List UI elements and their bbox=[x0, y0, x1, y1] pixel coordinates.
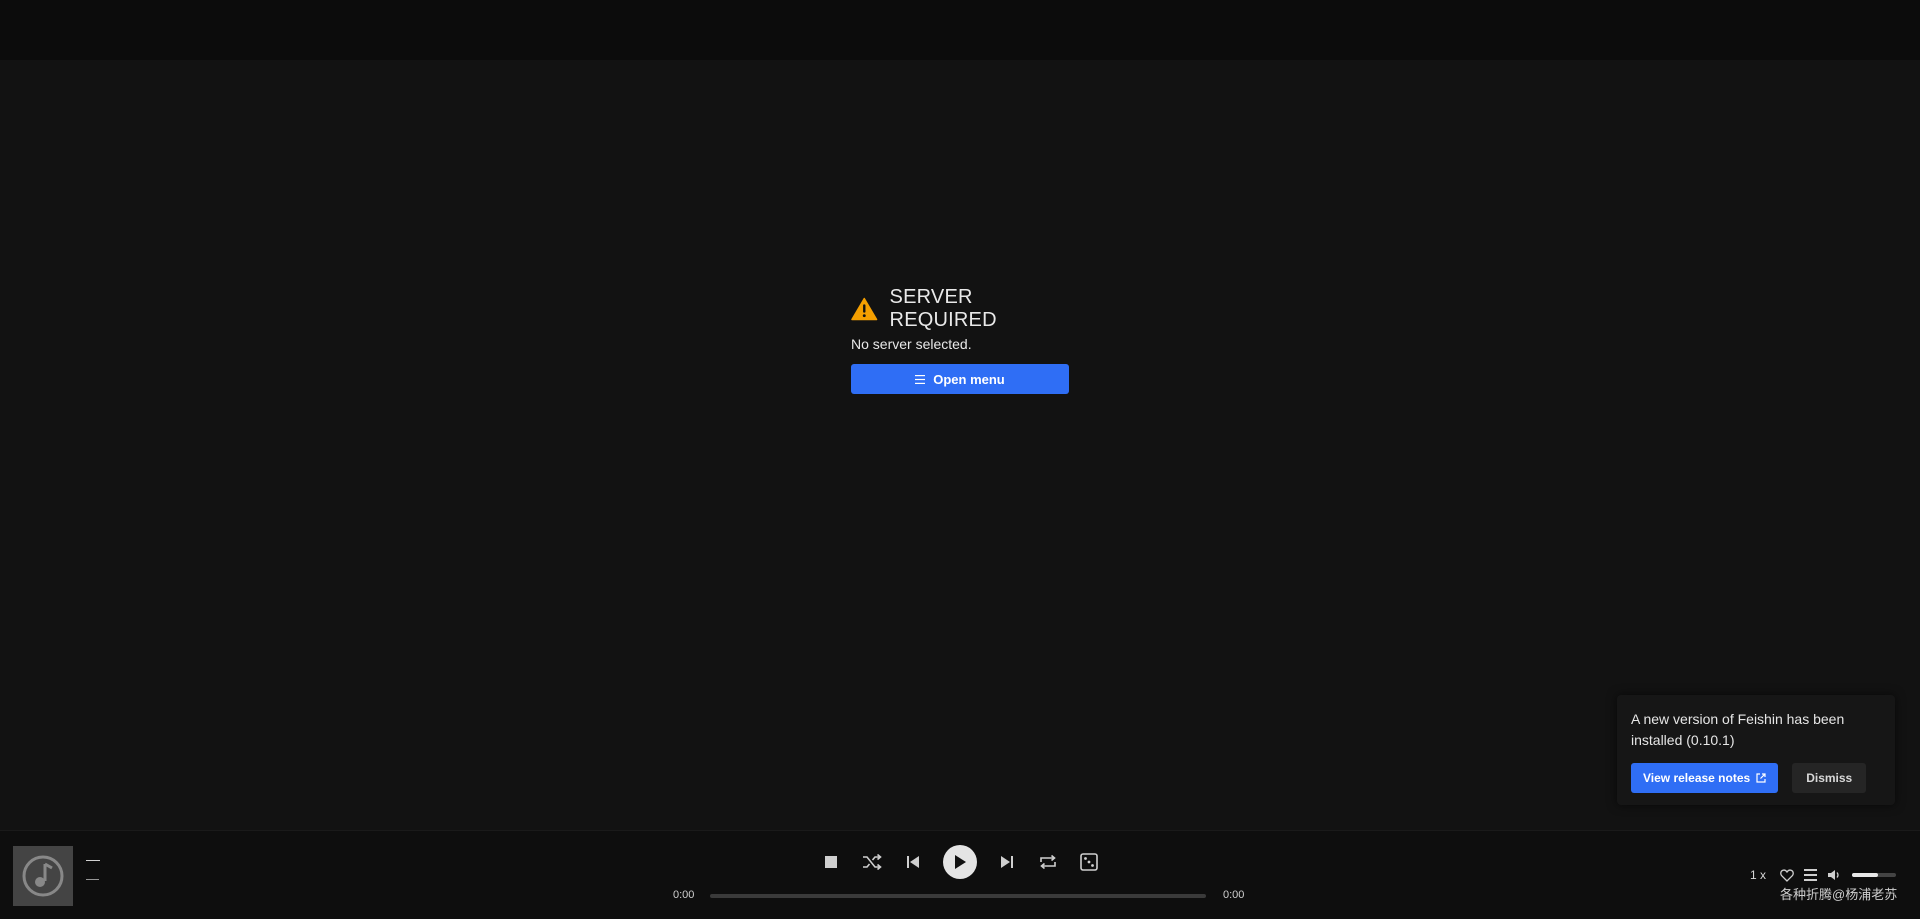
stop-button[interactable] bbox=[820, 851, 842, 873]
watermark: 各种折腾@杨浦老苏 bbox=[1780, 887, 1898, 902]
playback-controls bbox=[820, 843, 1100, 881]
music-note-icon bbox=[22, 855, 64, 897]
no-server-message: No server selected. bbox=[851, 336, 972, 352]
server-required-panel: SERVER REQUIRED No server selected. Open… bbox=[851, 286, 1069, 394]
track-artist[interactable]: — bbox=[86, 871, 99, 886]
track-title[interactable]: — bbox=[86, 851, 100, 867]
view-release-notes-button[interactable]: View release notes bbox=[1631, 763, 1779, 793]
toast-actions: View release notes Dismiss bbox=[1631, 763, 1881, 793]
shuffle-button[interactable] bbox=[861, 851, 883, 873]
repeat-icon bbox=[1040, 854, 1056, 870]
queue-icon[interactable] bbox=[1804, 869, 1818, 881]
warning-icon bbox=[851, 297, 878, 321]
menu-icon bbox=[915, 374, 926, 384]
update-notification: A new version of Feishin has been instal… bbox=[1617, 695, 1895, 805]
dice-icon bbox=[1080, 853, 1098, 871]
shuffle-icon bbox=[863, 854, 882, 870]
skip-previous-icon bbox=[907, 856, 919, 868]
dismiss-button[interactable]: Dismiss bbox=[1792, 763, 1867, 793]
right-controls: 1 x bbox=[1750, 867, 1897, 883]
repeat-button[interactable] bbox=[1037, 851, 1059, 873]
album-art-placeholder[interactable] bbox=[13, 846, 73, 906]
previous-button[interactable] bbox=[902, 851, 924, 873]
update-message: A new version of Feishin has been instal… bbox=[1631, 711, 1845, 748]
current-time: 0:00 bbox=[673, 889, 695, 901]
total-time: 0:00 bbox=[1223, 889, 1245, 901]
playback-speed-button[interactable]: 1 x bbox=[1750, 868, 1766, 882]
random-button[interactable] bbox=[1078, 851, 1100, 873]
heart-icon[interactable] bbox=[1780, 868, 1794, 882]
skip-next-icon bbox=[1001, 856, 1013, 868]
seek-slider[interactable] bbox=[710, 894, 1206, 898]
volume-slider[interactable] bbox=[1852, 873, 1897, 877]
play-button[interactable] bbox=[943, 845, 977, 879]
server-required-heading: SERVER REQUIRED bbox=[851, 286, 1069, 331]
next-button[interactable] bbox=[996, 851, 1018, 873]
open-menu-button[interactable]: Open menu bbox=[851, 364, 1069, 394]
player-bar: — — 0:00 0:00 1 x bbox=[0, 830, 1920, 919]
page-title: SERVER REQUIRED bbox=[889, 286, 997, 331]
title-bar bbox=[0, 0, 1920, 60]
stop-icon bbox=[825, 856, 837, 868]
volume-level bbox=[1852, 873, 1879, 877]
view-release-notes-label: View release notes bbox=[1643, 771, 1751, 785]
play-icon bbox=[955, 855, 966, 869]
open-menu-label: Open menu bbox=[933, 371, 1005, 387]
external-link-icon bbox=[1756, 773, 1766, 783]
volume-icon[interactable] bbox=[1827, 869, 1842, 881]
